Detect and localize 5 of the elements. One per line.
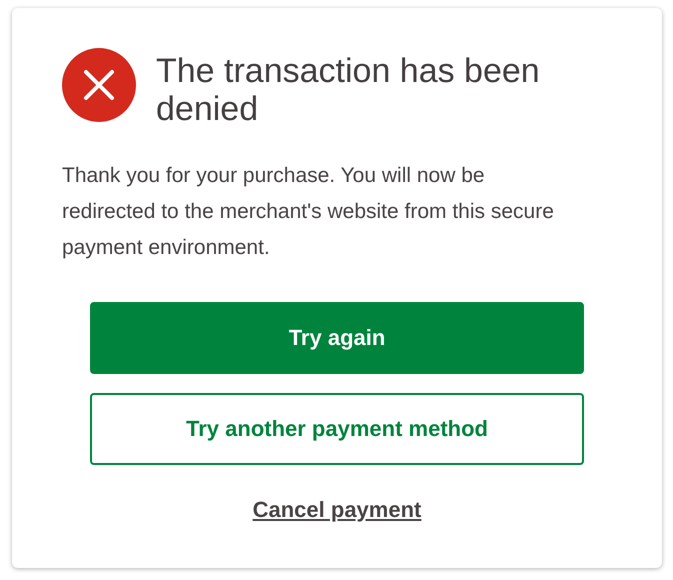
dialog-message: Thank you for your purchase. You will now be redirected to the merchant's website from this secure payment environment. [62,163,555,261]
cancel-link[interactable]: Cancel payment [252,497,422,523]
alternate-payment-button[interactable]: Try another payment method [90,393,584,465]
dialog-title: The transaction has been denied [156,52,541,128]
try-again-button[interactable]: Try again [90,302,584,374]
